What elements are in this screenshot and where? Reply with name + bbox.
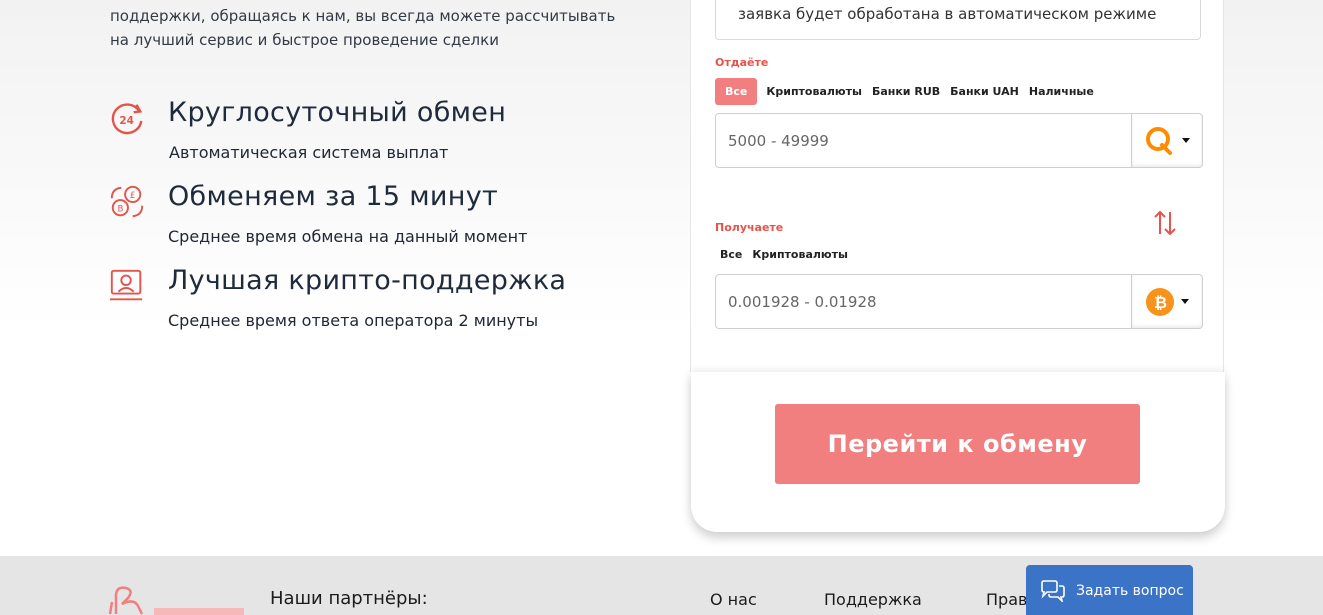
give-label: Отдаёте <box>715 56 769 69</box>
tab-crypto[interactable]: Криптовалюты <box>761 78 867 105</box>
chat-bubbles-icon <box>1041 580 1065 602</box>
get-label: Получаете <box>715 221 784 234</box>
feature-subtitle: Среднее время ответа оператора 2 минуты <box>168 311 539 330</box>
feature-icon-wrap: 24 <box>108 100 146 142</box>
intro-line-2: на лучший сервис и быстрое проведение сд… <box>110 31 499 49</box>
footer-link-support[interactable]: Поддержка <box>824 590 922 609</box>
svg-text:₿: ₿ <box>1154 293 1167 312</box>
qiwi-icon <box>1146 126 1172 155</box>
feature-subtitle: Автоматическая система выплат <box>169 143 449 162</box>
footer-link-rules[interactable]: Прав <box>986 590 1027 609</box>
tab-all[interactable]: Все <box>715 241 747 268</box>
intro-text: поддержки, обращаясь к нам, вы всегда мо… <box>110 4 670 52</box>
get-amount-input[interactable] <box>715 274 1132 329</box>
feature-title: Лучшая крипто-поддержка <box>168 265 567 296</box>
footer-link-about[interactable]: О нас <box>710 590 757 609</box>
get-category-tabs: Все Криптовалюты <box>715 241 853 268</box>
give-amount-input[interactable] <box>715 113 1132 168</box>
ask-question-label: Задать вопрос <box>1076 583 1184 599</box>
feature-subtitle: Среднее время обмена на данный момент <box>168 227 528 246</box>
get-currency-select[interactable]: ₿ <box>1132 274 1203 329</box>
chevron-down-icon <box>1182 138 1190 143</box>
clock-24-icon: 24 <box>111 103 143 135</box>
feature-icon-wrap <box>108 267 146 309</box>
give-currency-select[interactable] <box>1132 113 1203 168</box>
swap-direction-icon[interactable] <box>1150 208 1180 238</box>
svg-text:£: £ <box>130 191 135 201</box>
tab-cash[interactable]: Наличные <box>1024 78 1099 105</box>
feature-title: Обменяем за 15 минут <box>168 181 499 212</box>
partners-title: Наши партнёры: <box>270 588 428 609</box>
support-operator-icon <box>109 269 143 301</box>
get-input-group: ₿ <box>715 274 1203 329</box>
notice-text: заявка будет обработана в автоматическом… <box>738 5 1157 23</box>
chevron-down-icon <box>1181 299 1189 304</box>
give-input-group <box>715 113 1203 168</box>
feature-icon-wrap: £ B <box>108 183 146 225</box>
bitcoin-icon: ₿ <box>1146 287 1174 316</box>
svg-text:24: 24 <box>119 115 134 127</box>
intro-line-1: поддержки, обращаясь к нам, вы всегда мо… <box>110 7 616 25</box>
tab-crypto[interactable]: Криптовалюты <box>747 241 853 268</box>
feature-title: Круглосуточный обмен <box>168 97 507 128</box>
tab-banks-uah[interactable]: Банки UAH <box>945 78 1024 105</box>
tab-banks-rub[interactable]: Банки RUB <box>867 78 945 105</box>
ask-question-button[interactable]: Задать вопрос <box>1026 565 1193 615</box>
tab-all[interactable]: Все <box>715 78 758 105</box>
notice-box: заявка будет обработана в автоматическом… <box>715 0 1201 40</box>
currency-exchange-icon: £ B <box>110 185 144 218</box>
svg-text:B: B <box>118 205 124 215</box>
go-to-exchange-button[interactable]: Перейти к обмену <box>775 404 1140 484</box>
site-logo[interactable] <box>108 584 248 615</box>
give-category-tabs: Все Криптовалюты Банки RUB Банки UAH Нал… <box>715 78 1099 105</box>
